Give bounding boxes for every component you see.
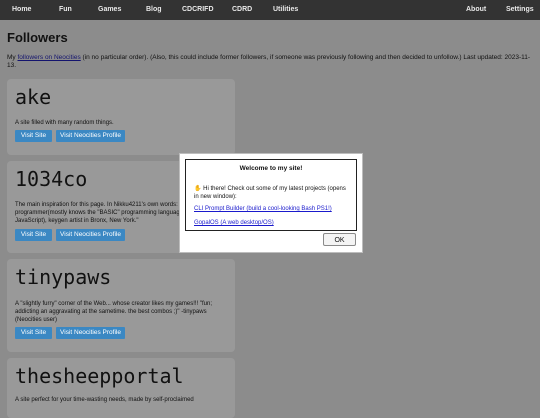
- follower-card: thesheepportal A site perfect for your t…: [7, 358, 235, 418]
- dialog-message: ✋ Hi there! Check out some of my latest …: [194, 185, 352, 201]
- nav-home[interactable]: Home: [12, 0, 31, 20]
- intro-prefix: My: [7, 54, 18, 61]
- follower-name: 1034co: [15, 167, 88, 191]
- follower-description: A site filled with many random things.: [15, 120, 114, 126]
- nav-settings[interactable]: Settings: [506, 0, 534, 20]
- follower-description: A site perfect for your time-wasting nee…: [15, 397, 194, 403]
- nav-cdcrifd[interactable]: CDCRIFD: [182, 0, 214, 20]
- ok-button[interactable]: OK: [323, 233, 356, 246]
- followers-link[interactable]: followers on Neocities: [17, 54, 80, 61]
- nav-blog[interactable]: Blog: [146, 0, 162, 20]
- visit-neocities-profile-button[interactable]: Visit Neocities Profile: [56, 327, 125, 339]
- follower-card: tinypaws A "slightly furry" corner of th…: [7, 259, 235, 352]
- dialog-message-text: Hi there! Check out some of my latest pr…: [194, 186, 346, 200]
- follower-name: thesheepportal: [15, 364, 184, 388]
- waving-hand-icon: ✋: [194, 186, 202, 192]
- intro-text: My followers on Neocities (in no particu…: [7, 54, 533, 70]
- cli-prompt-builder-link[interactable]: CLI Prompt Builder (build a cool-looking…: [194, 206, 332, 212]
- follower-name: ake: [15, 85, 52, 109]
- gopalos-link[interactable]: GopalOS (A web desktop/OS): [194, 220, 274, 226]
- nav-cdrd[interactable]: CDRD: [232, 0, 252, 20]
- visit-neocities-profile-button[interactable]: Visit Neocities Profile: [56, 130, 125, 142]
- page-title: Followers: [7, 30, 68, 45]
- visit-site-button[interactable]: Visit Site: [15, 130, 52, 142]
- nav-about[interactable]: About: [466, 0, 486, 20]
- intro-suffix: (in no particular order). (Also, this co…: [7, 54, 531, 69]
- visit-neocities-profile-button[interactable]: Visit Neocities Profile: [56, 229, 125, 241]
- visit-site-button[interactable]: Visit Site: [15, 229, 52, 241]
- top-navbar: Home Fun Games Blog CDCRIFD CDRD Utiliti…: [0, 0, 540, 20]
- dialog-content-box: Welcome to my site! ✋ Hi there! Check ou…: [185, 159, 357, 231]
- nav-fun[interactable]: Fun: [59, 0, 72, 20]
- visit-site-button[interactable]: Visit Site: [15, 327, 52, 339]
- nav-utilities[interactable]: Utilities: [273, 0, 298, 20]
- follower-description: A "slightly furry" corner of the Web... …: [15, 301, 213, 323]
- follower-card: ake A site filled with many random thing…: [7, 79, 235, 155]
- dialog-title: Welcome to my site!: [239, 165, 303, 172]
- nav-games[interactable]: Games: [98, 0, 121, 20]
- follower-name: tinypaws: [15, 265, 112, 289]
